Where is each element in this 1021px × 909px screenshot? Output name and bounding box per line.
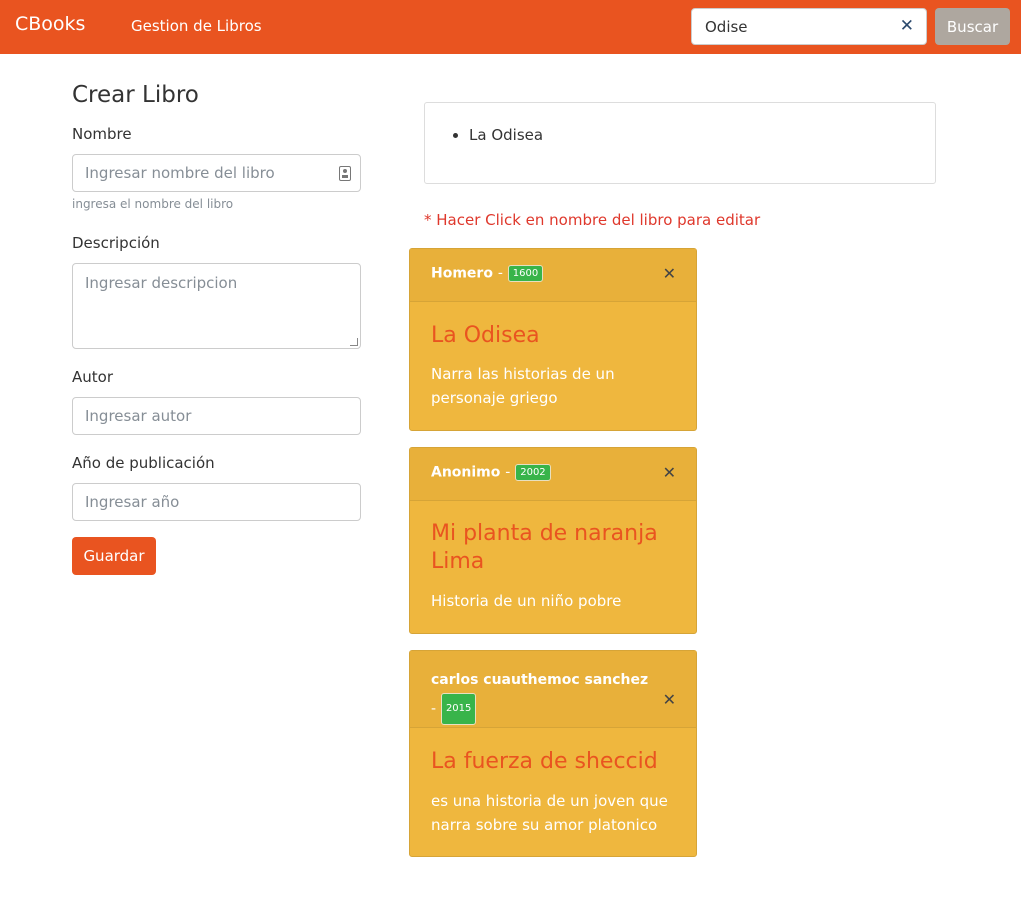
anio-field[interactable]: Ingresar año bbox=[72, 483, 361, 521]
descripcion-placeholder: Ingresar descripcion bbox=[85, 274, 238, 292]
year-badge: 1600 bbox=[507, 265, 544, 282]
autor-field[interactable]: Ingresar autor bbox=[72, 397, 361, 435]
search-result-item[interactable]: La Odisea bbox=[469, 126, 543, 144]
close-icon[interactable]: ✕ bbox=[663, 463, 676, 482]
book-title[interactable]: La Odisea bbox=[431, 322, 540, 350]
book-title[interactable]: La fuerza de sheccid bbox=[431, 748, 658, 776]
book-author: Homero - 1600 bbox=[431, 265, 544, 282]
book-card: carlos cuauthemoc sanchez - 2015 ✕ La fu… bbox=[409, 650, 697, 857]
book-card: Anonimo - 2002 ✕ Mi planta de naranja Li… bbox=[409, 447, 697, 634]
year-badge: 2002 bbox=[515, 464, 551, 481]
book-description: Narra las historias de un personaje grie… bbox=[431, 365, 615, 407]
resize-handle-icon[interactable] bbox=[350, 338, 358, 346]
search-input[interactable] bbox=[692, 9, 892, 44]
descripcion-label: Descripción bbox=[72, 234, 160, 252]
close-icon[interactable]: ✕ bbox=[663, 264, 676, 283]
book-description: es una historia de un joven que narra so… bbox=[431, 792, 668, 834]
book-title[interactable]: Mi planta de naranja Lima bbox=[431, 520, 681, 576]
descripcion-field[interactable]: Ingresar descripcion bbox=[72, 263, 361, 349]
book-author: carlos cuauthemoc sanchez - 2015 bbox=[431, 667, 656, 725]
card-header: carlos cuauthemoc sanchez - 2015 ✕ bbox=[410, 651, 696, 728]
brand-logo[interactable]: CBooks bbox=[15, 13, 85, 35]
autor-placeholder: Ingresar autor bbox=[85, 407, 192, 425]
nombre-help-text: ingresa el nombre del libro bbox=[72, 197, 234, 211]
contact-card-icon bbox=[339, 166, 351, 181]
close-icon[interactable]: ✕ bbox=[900, 16, 914, 36]
year-badge: 2015 bbox=[440, 693, 477, 725]
nombre-placeholder: Ingresar nombre del libro bbox=[85, 164, 275, 182]
nombre-label: Nombre bbox=[72, 125, 132, 143]
book-description: Historia de un niño pobre bbox=[431, 592, 622, 610]
anio-label: Año de publicación bbox=[72, 454, 215, 472]
edit-hint: * Hacer Click en nombre del libro para e… bbox=[424, 211, 761, 229]
anio-placeholder: Ingresar año bbox=[85, 493, 180, 511]
navbar: CBooks Gestion de Libros ✕ Buscar bbox=[0, 0, 1021, 54]
search-results-box: La Odisea bbox=[424, 102, 936, 184]
search-box: ✕ bbox=[691, 8, 927, 45]
book-author: Anonimo - 2002 bbox=[431, 464, 551, 481]
nav-link-gestion-libros[interactable]: Gestion de Libros bbox=[131, 17, 262, 35]
form-title: Crear Libro bbox=[72, 82, 199, 108]
close-icon[interactable]: ✕ bbox=[663, 690, 676, 709]
book-card: Homero - 1600 ✕ La Odisea Narra las hist… bbox=[409, 248, 697, 431]
card-header: Homero - 1600 ✕ bbox=[410, 249, 696, 302]
autor-label: Autor bbox=[72, 368, 113, 386]
card-header: Anonimo - 2002 ✕ bbox=[410, 448, 696, 501]
search-button[interactable]: Buscar bbox=[935, 8, 1010, 45]
nombre-field[interactable]: Ingresar nombre del libro bbox=[72, 154, 361, 192]
guardar-button[interactable]: Guardar bbox=[72, 537, 156, 575]
